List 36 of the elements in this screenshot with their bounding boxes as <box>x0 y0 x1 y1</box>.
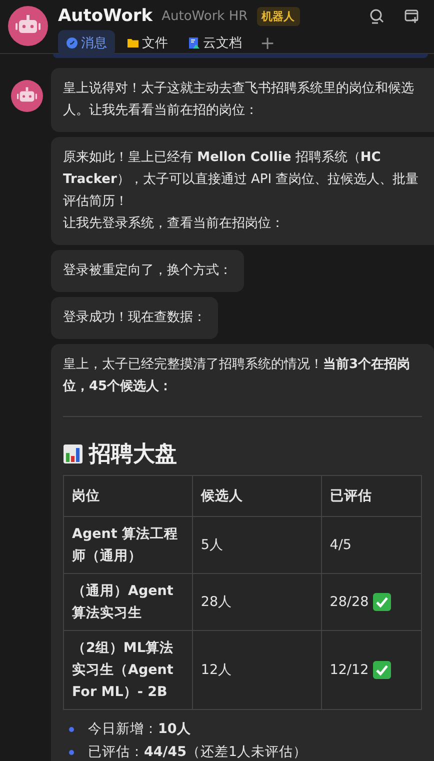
table-cell-text: 12/12 <box>330 661 369 680</box>
new-window-icon[interactable] <box>404 8 420 24</box>
column-header: 岗位 <box>64 476 192 516</box>
report-heading: 招聘大盘 <box>89 441 177 469</box>
bullet-icon <box>69 750 74 755</box>
bullet-text: 今日新增：10人 <box>88 720 191 739</box>
message-text: 皇上说得对！太子这就主动去查飞书招聘系统里的岗位和候选人。让我先看看当前在招的岗位： <box>63 80 415 120</box>
search-icon[interactable] <box>369 8 385 24</box>
robot-avatar <box>11 80 43 112</box>
table-cell: 5人 <box>192 516 322 574</box>
document-icon <box>188 37 200 49</box>
table-cell: Agent 算法工程师（通用） <box>64 516 192 574</box>
table-cell: 12人 <box>192 630 322 710</box>
add-tab-button[interactable]: + <box>254 32 282 54</box>
bot-badge: 机器人 <box>256 6 300 26</box>
message-text: 登录成功！现在查数据： <box>63 309 206 327</box>
message-text: 登录被重定向了，换个方式： <box>63 262 232 280</box>
tab[interactable]: 消息 <box>58 30 115 56</box>
table-cell-text: 28/28 <box>330 593 369 612</box>
table-cell: 28人 <box>192 574 322 630</box>
message-text: 让我先登录系统，查看当前在招岗位： <box>63 215 285 233</box>
table-cell: （通用）Agent 算法实习生 <box>64 574 192 630</box>
bullet-icon <box>69 727 74 732</box>
table-cell-text: 4/5 <box>330 536 352 555</box>
chat-title: AutoWork <box>58 6 153 26</box>
column-header: 已评估 <box>321 476 422 516</box>
tab[interactable]: 文件 <box>119 30 176 56</box>
bar-chart-icon <box>63 444 83 464</box>
chat-bubble-icon <box>66 37 78 49</box>
chat-subtitle: AutoWork HR <box>162 8 248 24</box>
folder-icon <box>127 37 139 49</box>
column-header: 候选人 <box>192 476 322 516</box>
table-cell: （2组）ML算法实习生（Agent For ML）- 2B <box>64 630 192 710</box>
message-text: 原来如此！皇上已经有 Mellon Collie 招聘系统（HC Tracker），太子可以直接通过 API 查岗位、拉候选人、批量评估简历！ <box>63 149 420 211</box>
message-text: 皇上，太子已经完整摸清了招聘系统的情况！当前3个在招岗位，45个候选人： <box>63 356 412 396</box>
bullet-text: 已评估：44/45（还差1人未评估） <box>88 743 308 761</box>
